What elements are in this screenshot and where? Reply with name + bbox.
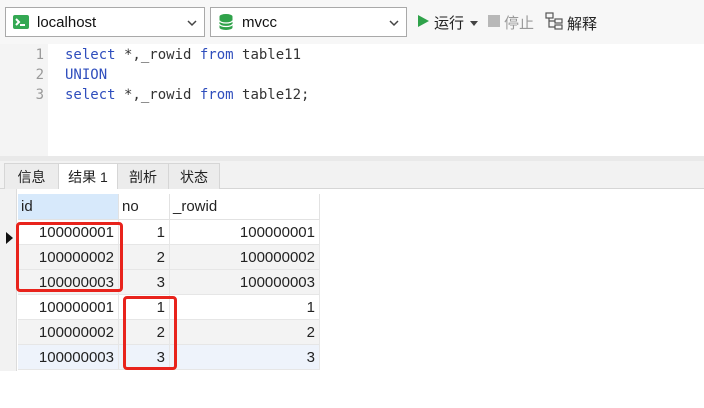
connection-icon (11, 12, 31, 32)
line-number: 1 (35, 47, 44, 63)
cell-rowid[interactable]: 2 (170, 320, 320, 345)
stop-button[interactable]: 停止 (488, 12, 534, 33)
cell-id[interactable]: 100000001 (18, 295, 119, 320)
play-icon (417, 14, 430, 32)
stop-label: 停止 (504, 15, 535, 32)
run-dropdown-icon[interactable] (470, 14, 479, 31)
highlight-box-id (16, 222, 123, 292)
code-line: select *,_rowid from table12; (65, 87, 310, 103)
cell-no[interactable]: 2 (119, 245, 170, 270)
column-header-no[interactable]: no (119, 194, 170, 220)
run-label: 运行 (434, 15, 465, 32)
cell-rowid[interactable]: 1 (170, 295, 320, 320)
tab-result-1[interactable]: 结果 1 (58, 163, 118, 190)
cell-rowid[interactable]: 100000003 (170, 270, 320, 295)
cell-rowid[interactable]: 100000002 (170, 245, 320, 270)
database-icon (216, 12, 236, 32)
line-number: 3 (35, 87, 44, 103)
cell-no[interactable]: 1 (119, 220, 170, 245)
tab-profile[interactable]: 剖析 (117, 163, 169, 189)
current-row-pointer-icon (6, 232, 13, 244)
code-line: select *,_rowid from table11 (65, 47, 302, 63)
sql-editor[interactable]: 1 2 3 select *,_rowid from table11 UNION… (0, 44, 704, 156)
line-number-gutter: 1 2 3 (0, 44, 48, 156)
run-button[interactable]: 运行 (417, 12, 479, 33)
cell-rowid[interactable]: 100000001 (170, 220, 320, 245)
chevron-down-icon (186, 16, 198, 28)
explain-label: 解释 (567, 15, 598, 33)
tab-status[interactable]: 状态 (168, 163, 220, 189)
cell-no[interactable]: 3 (119, 270, 170, 295)
database-select[interactable]: mvcc (210, 7, 407, 37)
connection-select[interactable]: localhost (5, 7, 205, 37)
database-value: mvcc (242, 13, 277, 31)
connection-value: localhost (37, 13, 97, 31)
cell-id[interactable]: 100000003 (18, 345, 119, 370)
column-header-rowid[interactable]: _rowid (170, 194, 320, 220)
tab-info[interactable]: 信息 (4, 163, 59, 189)
explain-button[interactable]: 解释 (545, 12, 597, 34)
code-line: UNION (65, 67, 108, 83)
cell-rowid[interactable]: 3 (170, 345, 320, 370)
stop-icon (488, 14, 500, 31)
highlight-box-no (123, 296, 177, 370)
chevron-down-icon (388, 16, 400, 28)
cell-id[interactable]: 100000002 (18, 320, 119, 345)
toolbar: localhost mvcc 运行 停止 解释 (0, 0, 704, 44)
line-number: 2 (35, 67, 44, 83)
result-grid[interactable]: id no _rowid 100000001 1 100000001 10000… (0, 189, 704, 408)
row-indicator-column (0, 189, 17, 371)
explain-icon (545, 12, 563, 34)
column-header-id[interactable]: id (18, 194, 119, 220)
result-tabs: 信息 结果 1 剖析 状态 (0, 161, 704, 190)
